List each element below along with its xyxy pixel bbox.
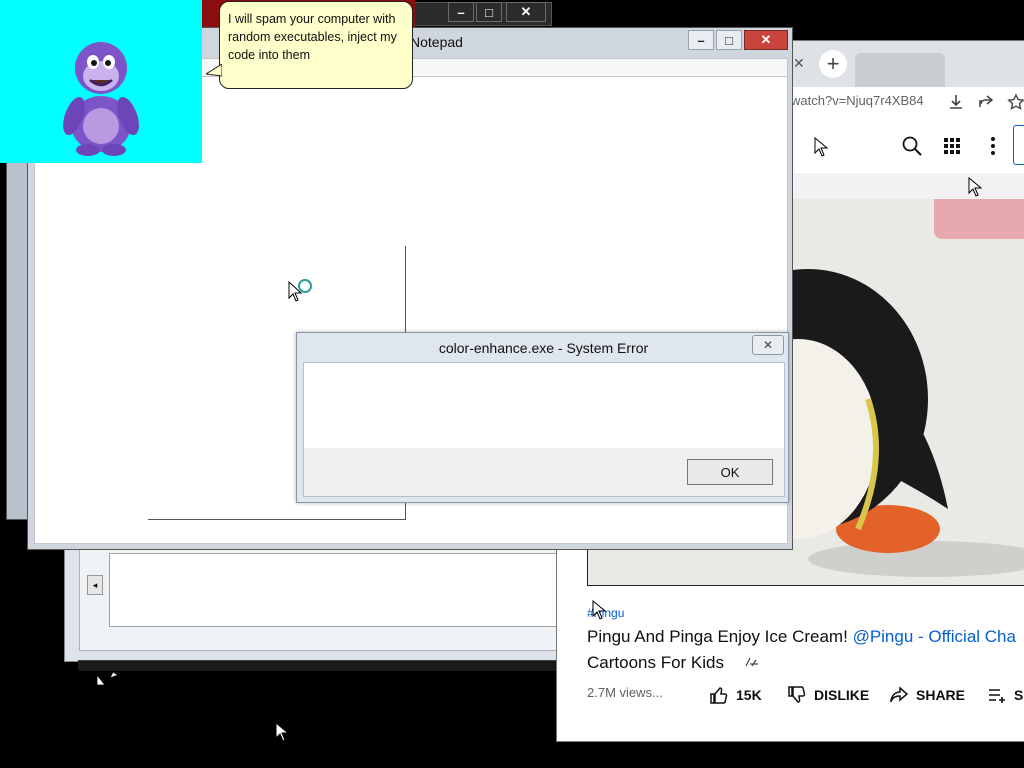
browser-tab-fragment[interactable] [855, 53, 945, 87]
notepad-title-text: Notepad [410, 34, 463, 50]
speech-bubble-tail [206, 64, 222, 77]
error-dialog-title: color-enhance.exe - System Error [438, 340, 649, 356]
download-icon[interactable] [947, 93, 965, 111]
tab-close-fragment[interactable]: ✕ [793, 55, 805, 72]
notepad-minimize-button[interactable]: – [688, 30, 714, 50]
resize-cursor-icon [96, 671, 119, 686]
bottom-window-content [109, 553, 557, 627]
video-title-line1: Pingu And Pinga Enjoy Ice Cream! [587, 627, 848, 646]
dislike-label: DISLIKE [814, 687, 870, 703]
background-window-bottom: ◂ [64, 540, 566, 662]
bonzi-buddy-panel[interactable] [0, 0, 202, 163]
arrow-cursor-icon [275, 722, 289, 742]
scroll-left-button[interactable]: ◂ [87, 575, 103, 595]
share-arrow-icon [890, 686, 909, 703]
url-text: watch?v=Njuq7r4XB84 [791, 93, 924, 108]
playlist-add-icon [989, 689, 1005, 703]
share-button[interactable]: SHARE [889, 685, 965, 705]
view-count[interactable]: 2.7M views... [587, 685, 663, 700]
ok-button[interactable]: OK [687, 459, 773, 485]
bonzi-buddy-icon[interactable] [58, 38, 144, 156]
video-title-line2: Cartoons For Kids [587, 653, 724, 672]
channel-mention-link[interactable]: @Pingu - Official Cha [853, 627, 1016, 646]
bottom-window-shadow [78, 660, 558, 671]
like-count: 15K [736, 687, 762, 703]
notepad-close-button[interactable]: ✕ [744, 30, 788, 50]
error-dialog-close-button[interactable]: ✕ [752, 335, 784, 355]
notepad-maximize-button[interactable]: □ [716, 30, 742, 50]
sign-in-button-fragment[interactable] [1013, 125, 1024, 165]
close-icon: ✕ [762, 338, 774, 352]
bonzi-speech-bubble: I will spam your computer with random ex… [219, 1, 413, 89]
arrow-cursor-icon [968, 177, 982, 197]
busy-cursor-icon [288, 279, 312, 302]
bg-maximize-button[interactable]: □ [476, 2, 502, 22]
more-vertical-icon[interactable] [985, 135, 1001, 157]
bonzi-speech-text: I will spam your computer with random ex… [228, 12, 397, 62]
thumbs-down-icon [788, 686, 806, 703]
save-label: S [1014, 687, 1024, 703]
video-title: Pingu And Pinga Enjoy Ice Cream! @Pingu … [587, 624, 1024, 676]
share-icon[interactable] [977, 93, 995, 111]
ghost-window-edge-horizontal [148, 519, 406, 520]
bg-minimize-button[interactable]: – [448, 2, 474, 22]
save-button[interactable]: S [987, 685, 1023, 705]
search-icon[interactable] [901, 135, 923, 157]
thumbs-up-icon [710, 687, 728, 704]
new-tab-button[interactable]: + [819, 50, 847, 78]
like-button[interactable]: 15K [709, 685, 762, 705]
bg-close-button[interactable]: ✕ [506, 2, 546, 22]
system-error-dialog: color-enhance.exe - System Error ✕ OK [296, 332, 789, 503]
hand-cursor-fragment-icon [745, 657, 758, 667]
share-label: SHARE [916, 687, 966, 703]
error-dialog-body [303, 362, 785, 449]
dislike-button[interactable]: DISLIKE [787, 685, 869, 705]
apps-grid-icon[interactable] [943, 137, 961, 155]
arrow-cursor-icon [814, 137, 828, 157]
bookmark-star-icon[interactable] [1007, 93, 1024, 111]
arrow-cursor-icon [592, 600, 606, 620]
